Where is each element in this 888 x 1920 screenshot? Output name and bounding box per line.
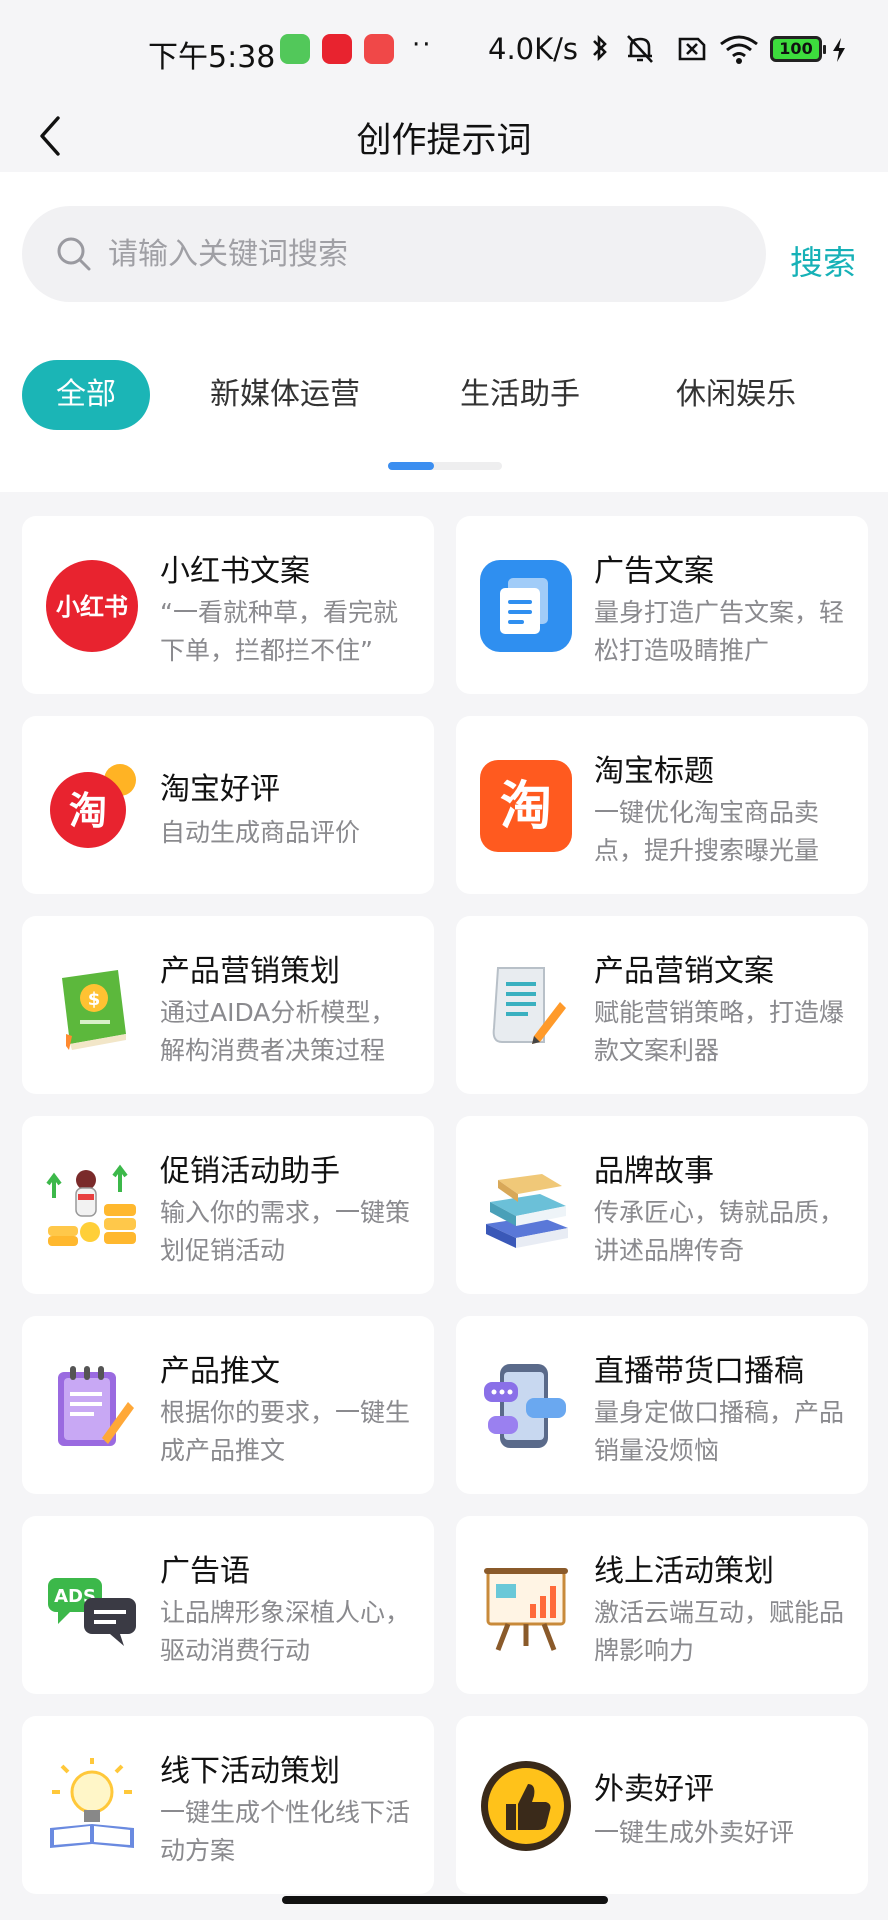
search-input[interactable]: [108, 206, 728, 302]
search-button[interactable]: 搜索: [790, 236, 856, 284]
bluetooth-icon: [593, 34, 607, 62]
wifi-icon: [720, 35, 758, 64]
card-online-event[interactable]: 线上活动策划 激活云端互动，赋能品牌影响力: [456, 1516, 868, 1694]
card-desc: 量身打造广告文案，轻松打造吸睛推广: [594, 598, 845, 665]
notification-xiaohongshu-icon: [322, 34, 352, 64]
home-indicator[interactable]: [282, 1896, 608, 1904]
card-offline-event[interactable]: 线下活动策划 一键生成个性化线下活动方案: [22, 1716, 434, 1894]
card-title: 小红书文案: [160, 554, 310, 589]
card-live-stream-script[interactable]: 直播带货口播稿 量身定做口播稿，产品销量没烦恼: [456, 1316, 868, 1494]
card-product-marketing-copy[interactable]: 产品营销文案 赋能营销策略，打造爆款文案利器: [456, 916, 868, 1094]
card-title: 产品营销文案: [594, 954, 774, 989]
card-desc: 一键优化淘宝商品卖点，提升搜索曝光量: [594, 798, 820, 865]
card-title: 淘宝好评: [160, 772, 280, 807]
card-desc: 自动生成商品评价: [160, 818, 361, 847]
svg-text:淘: 淘: [69, 789, 107, 833]
green-book-icon: $: [44, 958, 140, 1054]
tab-entertainment[interactable]: 休闲娱乐: [676, 360, 796, 430]
card-title: 线下活动策划: [160, 1754, 340, 1789]
tabs-scroll-indicator: [388, 462, 502, 470]
easel-chart-icon: [478, 1558, 574, 1654]
notification-redpacket-icon: [364, 34, 394, 64]
card-desc: 量身定做口播稿，产品销量没烦恼: [594, 1398, 845, 1465]
header-area: 搜索 全部 新媒体运营 生活助手 休闲娱乐: [0, 172, 888, 492]
card-product-post[interactable]: 产品推文 根据你的要求，一键生成产品推文: [22, 1316, 434, 1494]
notification-app-icon: [280, 34, 310, 64]
svg-text:小红书: 小红书: [56, 593, 128, 621]
card-slogan[interactable]: ADS 广告语 让品牌形象深植人心，驱动消费行动: [22, 1516, 434, 1694]
card-promotion-assistant[interactable]: 促销活动助手 输入你的需求，一键策划促销活动: [22, 1116, 434, 1294]
card-taobao-title[interactable]: 淘 淘宝标题 一键优化淘宝商品卖点，提升搜索曝光量: [456, 716, 868, 894]
xiaohongshu-icon: 小红书: [44, 558, 140, 654]
card-title: 产品推文: [160, 1354, 280, 1389]
document-copy-icon: [478, 558, 574, 654]
card-taobao-review[interactable]: 淘 淘宝好评 自动生成商品评价: [22, 716, 434, 894]
status-time: 下午5:38: [148, 40, 276, 75]
card-title: 产品营销策划: [160, 954, 340, 989]
svg-text:$: $: [88, 989, 101, 1010]
promotion-coins-icon: [44, 1158, 140, 1254]
card-desc: 激活云端互动，赋能品牌影响力: [594, 1598, 845, 1665]
more-notifications-icon: ··: [412, 30, 433, 60]
card-title: 广告文案: [594, 554, 714, 589]
battery-icon: 100: [770, 36, 826, 62]
search-icon: [57, 237, 91, 271]
search-box[interactable]: [22, 206, 766, 302]
page-title: 创作提示词: [356, 121, 532, 161]
card-desc: “一看就种草，看完就下单，拦都拦不住”: [160, 598, 398, 665]
phone-chat-icon: [478, 1358, 574, 1454]
card-title: 品牌故事: [594, 1154, 714, 1189]
no-sim-icon: [678, 37, 706, 61]
category-tabs: 全部 新媒体运营 生活助手 休闲娱乐: [0, 360, 888, 430]
nav-bar: 创作提示词: [0, 100, 888, 172]
card-title: 线上活动策划: [594, 1554, 774, 1589]
notepad-icon: [44, 1358, 140, 1454]
card-desc: 一键生成个性化线下活动方案: [160, 1798, 411, 1865]
card-product-marketing-plan[interactable]: $ 产品营销策划 通过AIDA分析模型，解构消费者决策过程: [22, 916, 434, 1094]
charging-icon: [833, 38, 845, 62]
ads-bubble-icon: ADS: [44, 1558, 140, 1654]
book-stack-icon: [478, 1158, 574, 1254]
card-desc: 赋能营销策略，打造爆款文案利器: [594, 998, 845, 1065]
card-desc: 通过AIDA分析模型，解构消费者决策过程: [160, 998, 396, 1065]
tab-new-media[interactable]: 新媒体运营: [210, 360, 360, 430]
status-bar: 下午5:38 ·· 4.0K/s 100: [0, 0, 888, 100]
taobao-review-icon: 淘: [44, 758, 140, 854]
network-speed: 4.0K/s: [488, 32, 579, 66]
taobao-icon: 淘: [478, 758, 574, 854]
card-desc: 输入你的需求，一键策划促销活动: [160, 1198, 411, 1265]
paper-pen-icon: [478, 958, 574, 1054]
card-title: 促销活动助手: [160, 1154, 340, 1189]
card-desc: 让品牌形象深植人心，驱动消费行动: [160, 1598, 411, 1665]
tabs-scroll-thumb: [388, 462, 434, 470]
card-xiaohongshu[interactable]: 小红书 小红书文案 “一看就种草，看完就下单，拦都拦不住”: [22, 516, 434, 694]
svg-text:淘: 淘: [500, 777, 552, 837]
tab-life-assistant[interactable]: 生活助手: [460, 360, 580, 430]
thumbs-up-badge-icon: [478, 1758, 574, 1854]
card-brand-story[interactable]: 品牌故事 传承匠心，铸就品质，讲述品牌传奇: [456, 1116, 868, 1294]
lightbulb-book-icon: [44, 1758, 140, 1854]
card-title: 淘宝标题: [594, 754, 714, 789]
card-takeout-review[interactable]: 外卖好评 一键生成外卖好评: [456, 1716, 868, 1894]
card-desc: 一键生成外卖好评: [594, 1818, 795, 1847]
tab-all[interactable]: 全部: [22, 360, 150, 430]
mute-bell-icon: [627, 35, 653, 63]
card-title: 直播带货口播稿: [594, 1354, 804, 1389]
card-title: 外卖好评: [594, 1772, 714, 1807]
card-desc: 根据你的要求，一键生成产品推文: [160, 1398, 411, 1465]
card-ad-copy[interactable]: 广告文案 量身打造广告文案，轻松打造吸睛推广: [456, 516, 868, 694]
card-title: 广告语: [160, 1554, 250, 1589]
card-desc: 传承匠心，铸就品质，讲述品牌传奇: [594, 1198, 845, 1265]
